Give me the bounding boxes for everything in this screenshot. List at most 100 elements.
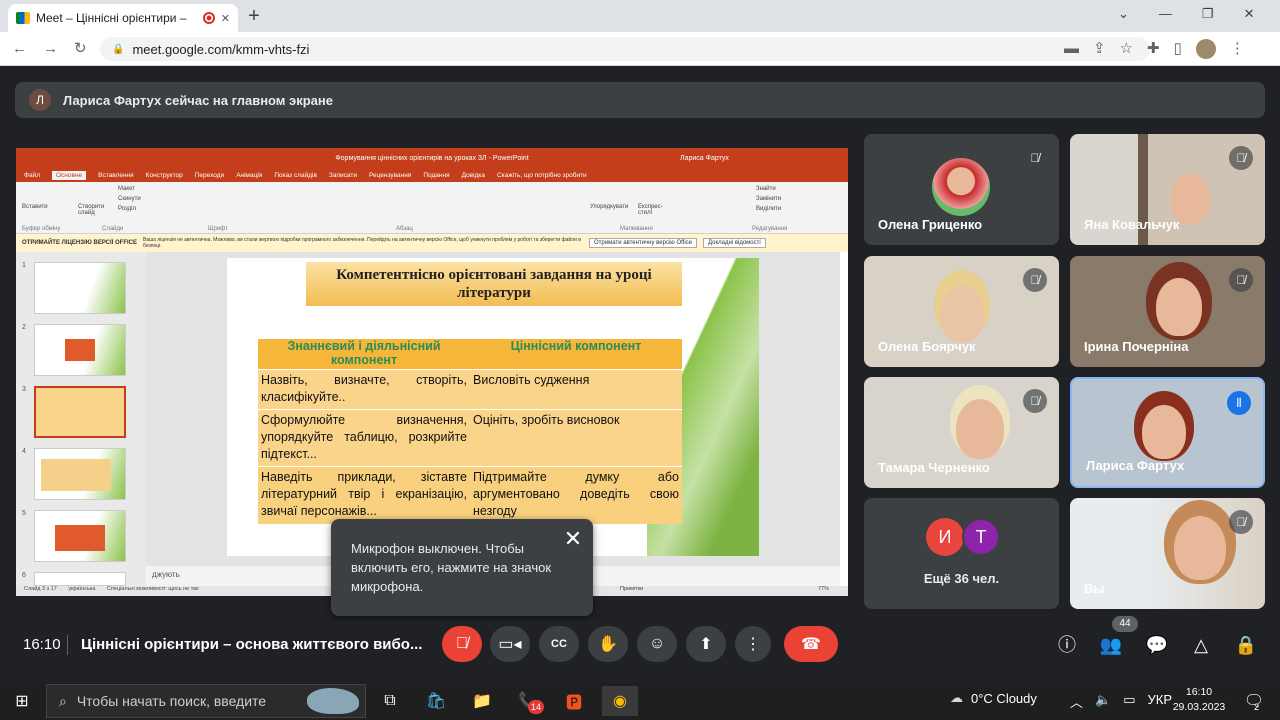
reactions-button[interactable]: ☺ [637,626,677,662]
meeting-name: Ціннісні орієнтири – основа життєвого ви… [81,636,423,653]
participant-tile[interactable]: 🎙̸ Олена Боярчук [864,256,1059,367]
presenting-banner: Л Лариса Фартух сейчас на главном экране [15,82,1265,118]
language-indicator[interactable]: УКР [1148,692,1173,711]
more-participants-tile[interactable]: И Т Ещё 36 чел. [864,498,1059,609]
leave-call-button[interactable]: ☎ [784,626,838,662]
activities-icon[interactable]: △ [1188,632,1214,658]
ppt-replace: Замінити [756,196,782,202]
ppt-group-label: Слайди [102,226,124,232]
side-panel-icon[interactable]: ▯ [1174,39,1182,59]
status-lang: українська [68,586,96,592]
reload-icon[interactable]: ↻ [74,39,87,59]
slide-number: 6 [22,572,26,579]
slide-table: Знаннєвий і діяльнісний компонент Цінніс… [258,339,682,524]
people-icon[interactable]: 👥 [1098,632,1124,658]
task-view-icon[interactable]: ⧉ [372,686,408,716]
share-icon[interactable]: ⇪ [1093,39,1106,59]
status-slide: Слайд 3 з 17 [24,586,57,592]
taskbar-clock[interactable]: 16:10 29.03.2023 [1172,685,1226,715]
raise-hand-button[interactable]: ✋ [588,626,628,662]
volume-icon[interactable]: 🔈 [1095,692,1111,711]
ppt-layout: Макет [118,186,135,192]
browser-tab[interactable]: Meet – Ціннісні орієнтири – ✕ [8,4,238,32]
windows-start-icon[interactable]: ⊞ [4,686,40,716]
ppt-reset: Скинути [118,196,141,202]
camera-in-use-icon[interactable]: ▬ [1064,39,1079,59]
file-explorer-icon[interactable]: 📁 [464,686,500,716]
self-tile[interactable]: 🎙̸ Вы [1070,498,1265,609]
viber-badge: 14 [528,700,544,714]
restore-icon[interactable]: ❐ [1202,6,1214,22]
status-zoom: 77% [818,586,830,592]
profile-avatar[interactable] [1195,39,1216,59]
chrome-icon[interactable]: ◉ [602,686,638,716]
ppt-quick-styles: Експрес-стилі [638,204,663,216]
powerpoint-icon[interactable]: 🅿 [556,686,592,716]
url-field[interactable]: 🔒 meet.google.com/kmm-vhts-fzi [100,37,1150,61]
slide-number: 4 [22,448,26,455]
tab-title: Meet – Ціннісні орієнтири – [36,11,187,25]
present-button[interactable]: ⬆ [686,626,726,662]
ppt-find: Знайти [756,186,776,192]
participant-avatar [932,158,990,216]
mic-off-icon: 🎙̸ [1023,389,1047,413]
speaking-icon: ⦀ [1227,391,1251,415]
participant-tile[interactable]: 🎙̸ Яна Ковальчук [1070,134,1265,245]
new-tab-button[interactable]: + [244,4,264,28]
back-icon[interactable]: ← [12,39,27,59]
store-icon[interactable]: 🛍 [418,686,454,716]
ppt-user: Лариса Фартух [680,154,729,162]
participant-video [1156,278,1202,336]
ppt-window-title: Формування ціннісних орієнтирів на урока… [335,154,529,162]
camera-toggle-button[interactable]: ▭◂ [490,626,530,662]
mic-toggle-button[interactable]: 🎙̸ [442,626,482,662]
ppt-group-label: Малювання [620,226,653,232]
mic-off-icon: 🎙̸ [1023,268,1047,292]
ppt-section: Розділ [118,206,136,212]
weather-widget[interactable]: ☁ 0°C Cloudy [950,690,1037,706]
chat-icon[interactable]: 💬 [1144,632,1170,658]
status-access: Спеціальні можливості: щось не так [106,586,199,592]
table-cell: Наведіть приклади, зіставте літературний… [258,466,470,524]
nav-buttons: ← → ↻ [12,39,87,59]
mic-off-icon: 🎙̸ [1229,146,1253,170]
captions-button[interactable]: CC [539,626,579,662]
menu-dots-icon[interactable]: ⋮ [1230,39,1245,59]
participant-name: Лариса Фартух [1086,458,1185,473]
tab-search-icon[interactable]: ⌄ [1118,6,1129,22]
participant-tile-active[interactable]: ⦀ Лариса Фартух [1070,377,1265,488]
participant-tile[interactable]: 🎙̸ Ірина Почерніна [1070,256,1265,367]
taskbar-search[interactable]: ⌕ Чтобы начать поиск, введите [46,684,366,718]
minimize-icon[interactable]: — [1159,6,1172,22]
ppt-tab: Подання [423,171,450,179]
more-options-button[interactable]: ⋮ [735,626,771,662]
participant-tile[interactable]: 🎙̸ Тамара Черненко [864,377,1059,488]
forward-icon[interactable]: → [43,39,58,59]
warning-btn: Отримати автентичну версію Office [589,238,698,248]
ppt-group-label: Буфер обміну [22,226,61,232]
table-header: Ціннісний компонент [470,339,682,369]
tray-chevron-icon[interactable]: ︿ [1070,692,1083,711]
ppt-select: Виділити [756,206,782,212]
ppt-tab: Основне [51,170,87,180]
url-text: meet.google.com/kmm-vhts-fzi [132,41,310,57]
participant-video [1142,405,1186,459]
search-icon: ⌕ [59,692,67,709]
ppt-slide-panel: 1 2 3 4 5 6 [16,252,146,586]
tab-close-icon[interactable]: ✕ [221,12,230,25]
meeting-info-icon[interactable]: ⓘ [1054,632,1080,658]
table-cell: Висловіть судження [470,368,682,410]
slide-number: 5 [22,510,26,517]
ppt-tab: Конструктор [145,171,183,179]
host-controls-icon[interactable]: 🔒 [1233,632,1259,658]
participant-tile[interactable]: 🎙̸ Олена Гриценко [864,134,1059,245]
bookmark-star-icon[interactable]: ☆ [1120,39,1133,59]
extensions-icon[interactable]: ✚ [1147,39,1160,59]
close-window-icon[interactable]: ✕ [1244,6,1255,22]
ppt-new-slide: Створити слайд [78,204,105,216]
battery-icon[interactable]: ▭ [1123,692,1135,711]
table-cell: Оцініть, зробіть висновок [470,408,682,467]
weather-text: 0°C Cloudy [971,690,1037,706]
table-cell: Назвіть, визначте, створіть, класифікуйт… [258,368,470,410]
tooltip-close-button[interactable]: ✕ [562,528,584,550]
